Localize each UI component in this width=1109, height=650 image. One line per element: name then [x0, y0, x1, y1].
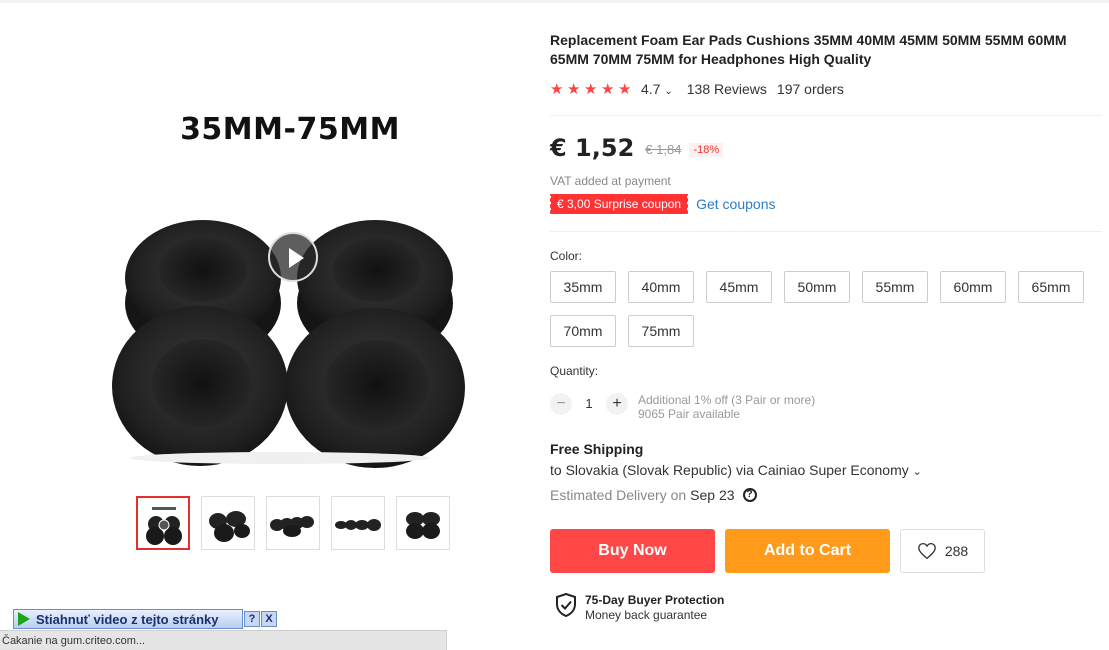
thumbnail-3[interactable]	[266, 496, 320, 550]
browser-status-bar: Čakanie na gum.criteo.com...	[0, 630, 447, 650]
quantity-info: Additional 1% off (3 Pair or more) 9065 …	[638, 393, 815, 421]
shield-check-icon	[556, 593, 576, 617]
variant-option[interactable]: 40mm	[628, 271, 694, 303]
wishlist-button[interactable]: 288	[900, 529, 985, 573]
video-download-bar: Stiahnuť video z tejto stránky ? X	[13, 609, 277, 629]
play-icon	[18, 612, 30, 626]
top-border	[0, 0, 1109, 3]
add-to-cart-button[interactable]: Add to Cart	[725, 529, 890, 573]
quantity-label: Quantity:	[550, 364, 599, 378]
delivery-date: Sep 23	[690, 487, 735, 503]
rating-row: ★ ★ ★ ★ ★ 4.7 ⌄ 138 Reviews 197 orders	[550, 80, 1102, 98]
thumbnail-image	[335, 519, 381, 531]
heart-icon	[917, 542, 936, 560]
rating-stars: ★ ★ ★ ★ ★	[550, 82, 633, 97]
image-caption: 35MM-75MM	[180, 112, 400, 147]
divider	[550, 115, 1102, 116]
buyer-protection: 75-Day Buyer Protection Money back guara…	[555, 593, 724, 623]
discount-badge: -18%	[689, 142, 724, 157]
thumbnail-2[interactable]	[201, 496, 255, 550]
color-label: Color:	[550, 249, 583, 263]
additional-discount-note: Additional 1% off (3 Pair or more)	[638, 393, 816, 407]
buy-now-button[interactable]: Buy Now	[550, 529, 715, 573]
thumbnail-5[interactable]	[396, 496, 450, 550]
help-button[interactable]: ?	[244, 611, 260, 627]
variant-option[interactable]: 75mm	[628, 315, 694, 347]
original-price: € 1,84	[645, 142, 682, 157]
star-icon: ★	[601, 80, 615, 98]
star-icon: ★	[584, 80, 598, 98]
rating-value[interactable]: 4.7 ⌄	[641, 81, 673, 97]
variant-option[interactable]: 35mm	[550, 271, 616, 303]
get-coupons-link[interactable]: Get coupons	[696, 196, 775, 212]
product-info: Replacement Foam Ear Pads Cushions 35MM …	[548, 31, 1102, 622]
quantity-stepper: − 1 + Additional 1% off (3 Pair or more)…	[550, 393, 815, 421]
download-video-label: Stiahnuť video z tejto stránky	[36, 611, 219, 627]
price-row: € 1,52 € 1,84 -18%	[550, 134, 724, 162]
surprise-coupon[interactable]: € 3,00 Surprise coupon	[548, 194, 689, 214]
thumbnail-1[interactable]	[136, 496, 190, 550]
variant-option[interactable]: 50mm	[784, 271, 850, 303]
star-icon: ★	[567, 80, 581, 98]
close-button[interactable]: X	[261, 611, 277, 627]
thumbnail-image	[270, 516, 314, 537]
download-video-button[interactable]: Stiahnuť video z tejto stránky	[13, 609, 243, 629]
protection-text: 75-Day Buyer Protection Money back guara…	[585, 593, 724, 623]
quantity-minus-button[interactable]: −	[550, 393, 572, 415]
thumbnail-4[interactable]	[331, 496, 385, 550]
thumbnail-image	[406, 512, 440, 539]
star-icon: ★	[550, 80, 564, 98]
stock-available: 9065 Pair available	[638, 407, 741, 421]
protection-title: 75-Day Buyer Protection	[585, 593, 725, 607]
chevron-down-icon: ⌄	[664, 86, 673, 97]
protection-subtitle: Money back guarantee	[585, 608, 708, 622]
variant-option[interactable]: 55mm	[862, 271, 928, 303]
quantity-plus-button[interactable]: +	[606, 393, 628, 415]
vat-note: VAT added at payment	[550, 174, 671, 188]
shipping-title: Free Shipping	[550, 441, 644, 457]
quantity-input[interactable]: 1	[572, 393, 606, 415]
main-product-image[interactable]: 35MM-75MM	[95, 88, 495, 484]
orders-count: 197 orders	[776, 81, 844, 97]
product-title: Replacement Foam Ear Pads Cushions 35MM …	[550, 32, 1067, 67]
chevron-down-icon: ⌄	[912, 466, 922, 478]
variant-option[interactable]: 45mm	[706, 271, 772, 303]
coupon-row: € 3,00 Surprise coupon Get coupons	[548, 194, 775, 214]
variant-option[interactable]: 70mm	[550, 315, 616, 347]
play-video-button[interactable]	[268, 232, 318, 282]
shipping-destination[interactable]: to Slovakia (Slovak Republic) via Cainia…	[550, 462, 922, 478]
variant-option[interactable]: 60mm	[940, 271, 1006, 303]
reviews-link[interactable]: 138 Reviews	[687, 81, 767, 97]
thumbnail-image	[146, 507, 182, 545]
star-icon: ★	[618, 80, 632, 98]
delivery-label: Estimated Delivery on	[550, 487, 687, 503]
variant-option[interactable]: 65mm	[1018, 271, 1084, 303]
wishlist-count: 288	[944, 543, 969, 559]
thumbnail-image	[209, 511, 250, 542]
estimated-delivery: Estimated Delivery on Sep 23 ?	[550, 487, 757, 503]
divider	[550, 231, 1102, 232]
thumbnail-strip	[136, 496, 450, 550]
help-icon[interactable]: ?	[742, 488, 757, 502]
current-price: € 1,52	[550, 134, 635, 162]
